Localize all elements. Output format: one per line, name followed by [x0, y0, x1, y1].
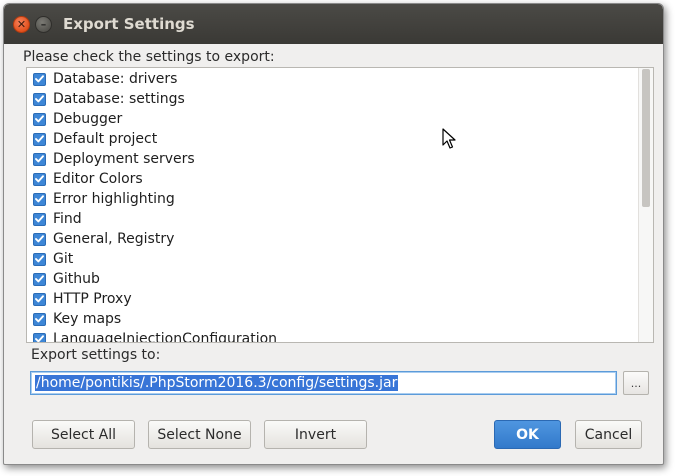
- settings-list-item[interactable]: Git: [27, 249, 73, 269]
- checkbox[interactable]: [33, 72, 46, 86]
- settings-list[interactable]: Database: drivers Database: settings Debug…: [26, 67, 654, 343]
- settings-item-label: Database: settings: [53, 91, 185, 107]
- settings-list-item[interactable]: Database: settings: [27, 89, 185, 109]
- export-path-value: /home/pontikis/.PhpStorm2016.3/config/se…: [35, 375, 399, 391]
- settings-item-label: General, Registry: [53, 231, 175, 247]
- checkmark-icon: [35, 175, 44, 183]
- settings-list-item[interactable]: Github: [27, 269, 100, 289]
- checkmark-icon: [35, 315, 44, 323]
- minimize-window-button[interactable]: –: [35, 15, 52, 33]
- settings-list-item[interactable]: Key maps: [27, 309, 121, 329]
- checkmark-icon: [35, 255, 44, 263]
- checkmark-icon: [35, 215, 44, 223]
- browse-button[interactable]: ...: [623, 371, 649, 395]
- checkmark-icon: [35, 95, 44, 103]
- minimize-icon: –: [40, 17, 47, 31]
- title-bar[interactable]: ✕ – Export Settings: [4, 4, 663, 44]
- settings-item-label: Default project: [53, 131, 158, 147]
- settings-item-label: LanguageInjectionConfiguration: [53, 331, 278, 343]
- ok-button[interactable]: OK: [494, 420, 561, 449]
- checkbox[interactable]: [33, 332, 46, 342]
- checkmark-icon: [35, 75, 44, 83]
- settings-list-item[interactable]: Editor Colors: [27, 169, 143, 189]
- settings-list-item[interactable]: LanguageInjectionConfiguration: [27, 329, 278, 343]
- settings-item-label: Find: [53, 211, 82, 227]
- window-title: Export Settings: [63, 15, 195, 33]
- settings-item-label: Git: [53, 251, 74, 267]
- checkmark-icon: [35, 155, 44, 163]
- scrollbar-thumb[interactable]: [642, 69, 650, 207]
- invert-button[interactable]: Invert: [264, 420, 367, 449]
- checkbox[interactable]: [33, 232, 46, 246]
- checkbox[interactable]: [33, 132, 46, 146]
- settings-list-item[interactable]: Find: [27, 209, 82, 229]
- settings-item-label: Deployment servers: [53, 151, 195, 167]
- settings-item-label: HTTP Proxy: [53, 291, 132, 307]
- export-path-input[interactable]: /home/pontikis/.PhpStorm2016.3/config/se…: [30, 371, 617, 395]
- checkmark-icon: [35, 235, 44, 243]
- checkmark-icon: [35, 195, 44, 203]
- checkmark-icon: [35, 115, 44, 123]
- checkmark-icon: [35, 335, 44, 342]
- settings-item-label: Error highlighting: [53, 191, 175, 207]
- settings-list-item[interactable]: Deployment servers: [27, 149, 195, 169]
- checkbox[interactable]: [33, 292, 46, 306]
- cancel-button[interactable]: Cancel: [575, 420, 642, 449]
- checkmark-icon: [35, 275, 44, 283]
- mouse-pointer-icon: [442, 128, 456, 149]
- select-all-button[interactable]: Select All: [32, 420, 135, 449]
- settings-list-item[interactable]: Database: drivers: [27, 69, 177, 89]
- settings-list-item[interactable]: Debugger: [27, 109, 122, 129]
- checkbox[interactable]: [33, 312, 46, 326]
- close-window-button[interactable]: ✕: [13, 15, 30, 33]
- settings-list-item[interactable]: General, Registry: [27, 229, 174, 249]
- settings-item-label: Editor Colors: [53, 171, 143, 187]
- close-icon: ✕: [16, 17, 27, 31]
- settings-item-label: Github: [53, 271, 100, 287]
- checkbox[interactable]: [33, 92, 46, 106]
- checkmark-icon: [35, 295, 44, 303]
- checkmark-icon: [35, 135, 44, 143]
- settings-list-item[interactable]: Error highlighting: [27, 189, 175, 209]
- checkbox[interactable]: [33, 212, 46, 226]
- settings-item-label: Database: drivers: [53, 71, 178, 87]
- export-path-label: Export settings to:: [31, 347, 161, 363]
- settings-list-item[interactable]: Default project: [27, 129, 157, 149]
- select-none-button[interactable]: Select None: [148, 420, 251, 449]
- settings-list-item[interactable]: HTTP Proxy: [27, 289, 132, 309]
- settings-item-label: Debugger: [53, 111, 123, 127]
- checkbox[interactable]: [33, 112, 46, 126]
- checkbox[interactable]: [33, 272, 46, 286]
- settings-prompt: Please check the settings to export:: [23, 49, 275, 65]
- checkbox[interactable]: [33, 172, 46, 186]
- export-settings-dialog: ✕ – Export Settings Please check the set…: [3, 3, 664, 465]
- checkbox[interactable]: [33, 252, 46, 266]
- list-scrollbar[interactable]: [638, 68, 653, 342]
- checkbox[interactable]: [33, 192, 46, 206]
- settings-item-label: Key maps: [53, 311, 122, 327]
- checkbox[interactable]: [33, 152, 46, 166]
